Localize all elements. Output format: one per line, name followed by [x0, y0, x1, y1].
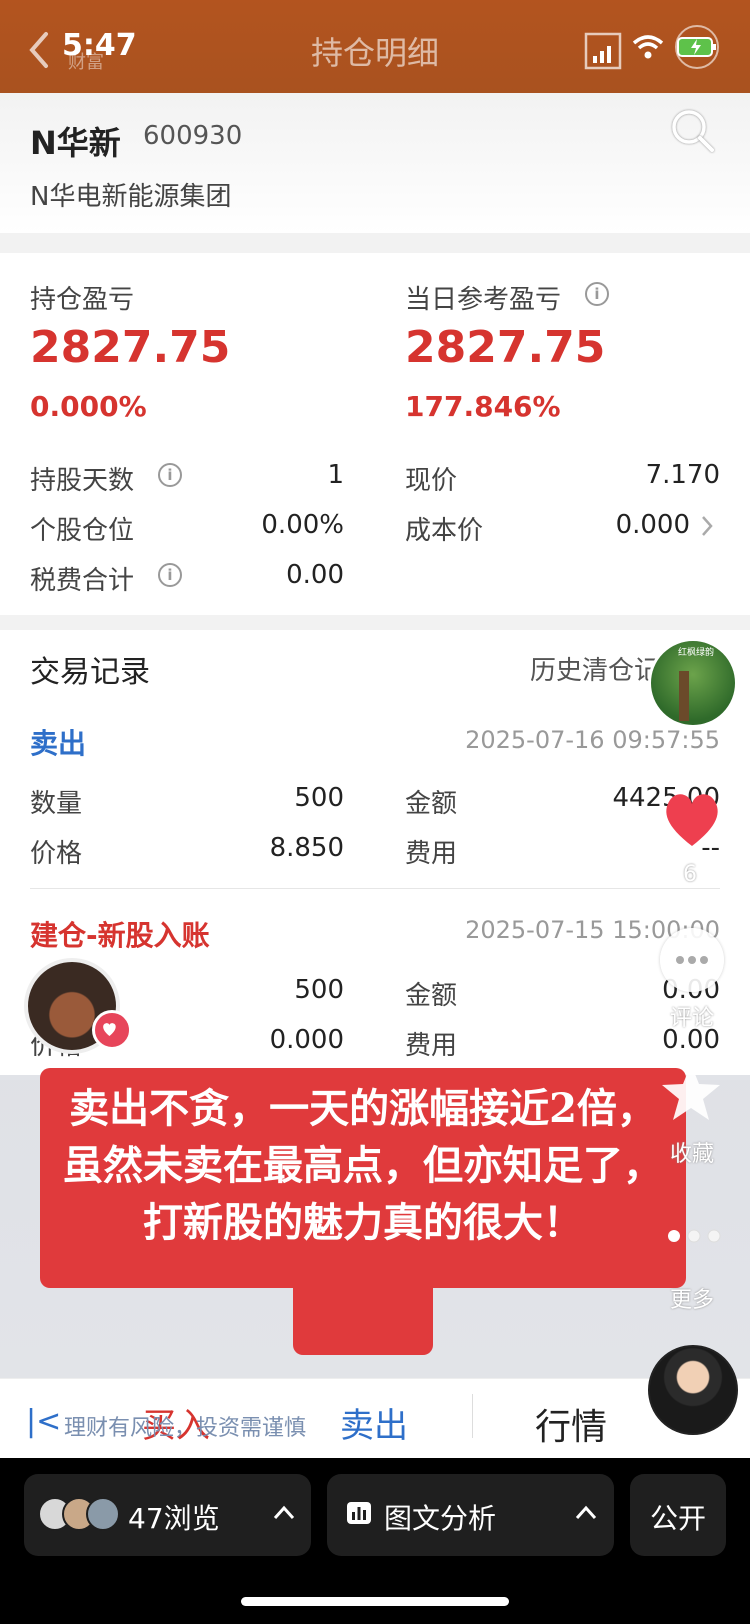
- position-ratio-label: 个股仓位: [30, 516, 135, 546]
- public-label: 公开: [649, 1502, 706, 1535]
- divider: [30, 888, 720, 889]
- hold-pl-label: 持仓盈亏: [30, 285, 135, 315]
- like-count: 6: [683, 862, 697, 887]
- stock-name: N华新: [30, 124, 121, 162]
- stock-full-name: N华电新能源集团: [30, 182, 232, 212]
- chevron-right-icon[interactable]: [700, 514, 714, 538]
- history-link[interactable]: 历史清仓记: [530, 650, 660, 687]
- more-label: 更多: [669, 1288, 714, 1313]
- star-icon[interactable]: [658, 1060, 724, 1126]
- transactions-title: 交易记录: [30, 655, 150, 690]
- price-value: 0.000: [269, 1025, 344, 1055]
- hold-days-label: 持股天数: [30, 466, 135, 496]
- share-icon[interactable]: [584, 30, 624, 70]
- sell-button[interactable]: 卖出: [340, 1398, 408, 1447]
- qty-label: 数量: [30, 789, 83, 819]
- chevron-up-icon[interactable]: [574, 1498, 598, 1528]
- follow-heart-icon[interactable]: [92, 1010, 132, 1050]
- day-pl-pct: 177.846%: [405, 390, 561, 423]
- hold-pl-pct: 0.000%: [30, 390, 147, 423]
- info-icon[interactable]: i: [158, 563, 182, 587]
- day-pl-label: 当日参考盈亏: [405, 285, 562, 315]
- tax-total-label: 税费合计: [30, 566, 135, 596]
- hold-pl-value: 2827.75: [30, 322, 231, 373]
- more-icon[interactable]: [664, 1226, 724, 1246]
- viewer-avatars: [38, 1497, 122, 1533]
- comment-icon[interactable]: [660, 928, 724, 992]
- comment-label: 评论: [669, 1006, 714, 1031]
- chevron-up-icon[interactable]: [272, 1498, 296, 1528]
- qty-value: 500: [294, 783, 344, 813]
- day-pl-value: 2827.75: [405, 322, 606, 373]
- favorite-label: 收藏: [669, 1142, 714, 1167]
- qty-value: 500: [294, 975, 344, 1005]
- amount-label: 金额: [405, 789, 458, 819]
- creator-avatar[interactable]: 红枫绿韵: [648, 638, 738, 728]
- price-value: 8.850: [269, 833, 344, 863]
- heart-icon[interactable]: [660, 790, 724, 848]
- collapse-icon[interactable]: |<: [26, 1404, 61, 1439]
- tax-total-value: 0.00: [286, 560, 344, 590]
- search-icon[interactable]: [670, 108, 716, 154]
- position-ratio-value: 0.00%: [261, 510, 344, 540]
- record-timestamp: 2025-07-16 09:57:55: [465, 726, 720, 754]
- music-avatar[interactable]: [648, 1345, 738, 1435]
- fee-label: 费用: [405, 839, 458, 869]
- creator-avatar-text: 红枫绿韵: [677, 648, 714, 658]
- price-label: 现价: [405, 466, 458, 496]
- price-label: 价格: [30, 839, 83, 869]
- chart-icon: [347, 1502, 371, 1524]
- home-indicator: [241, 1597, 509, 1606]
- stock-code: 600930: [143, 121, 243, 151]
- analysis-label: 图文分析: [384, 1502, 497, 1535]
- price-value: 7.170: [645, 460, 720, 490]
- views-count: 47浏览: [128, 1502, 220, 1535]
- fee-label: 费用: [405, 1031, 458, 1061]
- quote-button[interactable]: 行情: [535, 1398, 607, 1450]
- risk-disclaimer: 理财有风险，投资需谨慎: [64, 1416, 307, 1441]
- hold-days-value: 1: [327, 460, 344, 490]
- info-icon[interactable]: i: [158, 463, 182, 487]
- caption-bubble-tail: [293, 1270, 433, 1355]
- divider: [472, 1394, 473, 1438]
- tree-trunk: [679, 671, 689, 721]
- cost-price-label[interactable]: 成本价: [405, 510, 483, 547]
- cost-price-value: 0.000: [615, 510, 690, 540]
- caption-text: 卖出不贪，一天的涨幅接近2倍，虽然未卖在最高点，但亦知足了，打新股的魅力真的很大…: [63, 1085, 663, 1246]
- record-type-open: 建仓-新股入账: [30, 919, 210, 952]
- amount-label: 金额: [405, 981, 458, 1011]
- record-type-sell: 卖出: [30, 727, 87, 760]
- battery-icon: [675, 25, 719, 69]
- info-icon[interactable]: i: [585, 282, 609, 306]
- wifi-icon: [632, 35, 664, 59]
